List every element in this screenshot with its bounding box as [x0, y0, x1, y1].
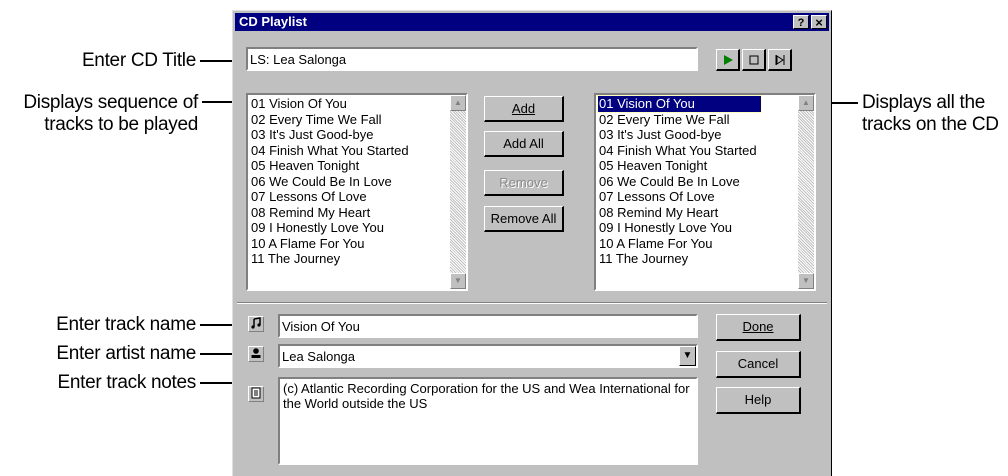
- next-track-icon: [775, 55, 784, 65]
- close-button[interactable]: ×: [811, 15, 827, 30]
- cd-title-value: LS: Lea Salonga: [250, 52, 347, 67]
- list-item[interactable]: 07 Lessons Of Love: [250, 189, 413, 205]
- annotation-displays-all-tracks: Displays all the tracks on the CD: [862, 92, 1008, 136]
- list-item[interactable]: 11 The Journey: [250, 251, 413, 267]
- annotation-line: Displays sequence of: [23, 92, 198, 113]
- add-button-label: Add: [511, 101, 536, 116]
- help-button-label: Help: [744, 392, 772, 407]
- annotation-line: tracks to be played: [44, 114, 198, 135]
- cancel-button-label: Cancel: [737, 356, 779, 371]
- remove-all-button-label: Remove All: [490, 211, 557, 226]
- notes-icon: [251, 387, 261, 399]
- annotation-line: tracks on the CD: [862, 114, 999, 135]
- done-button[interactable]: Done: [716, 314, 801, 341]
- window-title: CD Playlist: [239, 14, 307, 29]
- add-all-button[interactable]: Add All: [484, 131, 564, 157]
- scroll-up-button[interactable]: ▲: [798, 95, 814, 111]
- help-button[interactable]: Help: [716, 387, 801, 414]
- annotation-enter-track-notes: Enter track notes: [57, 372, 196, 393]
- list-item[interactable]: 01 Vision Of You: [597, 95, 762, 113]
- list-item[interactable]: 05 Heaven Tonight: [598, 158, 761, 174]
- dropdown-arrow-button[interactable]: ▼: [679, 346, 696, 366]
- add-button[interactable]: Add: [484, 96, 564, 122]
- list-item[interactable]: 06 We Could Be In Love: [598, 174, 761, 190]
- available-scrollbar[interactable]: ▲ ▼: [798, 95, 814, 289]
- add-all-button-label: Add All: [503, 136, 544, 151]
- title-bar[interactable]: CD Playlist ? ×: [235, 13, 829, 31]
- notes-icon: [248, 386, 264, 402]
- annotation-enter-artist-name: Enter artist name: [56, 343, 196, 364]
- annotation-enter-cd-title: Enter CD Title: [81, 50, 196, 71]
- list-item[interactable]: 04 Finish What You Started: [250, 143, 413, 159]
- music-note-icon: [248, 316, 264, 332]
- artist-icon: [251, 348, 261, 358]
- playlist-listbox[interactable]: 01 Vision Of You 02 Every Time We Fall 03 …: [246, 93, 468, 291]
- track-notes-value: (c) Atlantic Recording Corporation for t…: [283, 381, 690, 411]
- list-item[interactable]: 04 Finish What You Started: [598, 143, 761, 159]
- scroll-down-button[interactable]: ▼: [798, 273, 814, 289]
- remove-all-button[interactable]: Remove All: [484, 206, 564, 232]
- playlist-rows: 01 Vision Of You 02 Every Time We Fall 03 …: [250, 96, 413, 267]
- list-item[interactable]: 07 Lessons Of Love: [598, 189, 761, 205]
- list-item[interactable]: 08 Remind My Heart: [250, 205, 413, 221]
- list-item[interactable]: 06 We Could Be In Love: [250, 174, 413, 190]
- available-rows: 01 Vision Of You 02 Every Time We Fall 03 …: [597, 95, 762, 267]
- cd-title-input[interactable]: LS: Lea Salonga: [246, 47, 698, 71]
- track-name-input[interactable]: Vision Of You: [278, 314, 698, 338]
- stop-icon: [749, 55, 758, 65]
- annotation-enter-track-name: Enter track name: [56, 314, 196, 335]
- remove-button-label: Remove: [499, 175, 548, 190]
- list-item[interactable]: 03 It's Just Good-bye: [598, 127, 761, 143]
- list-item[interactable]: 05 Heaven Tonight: [250, 158, 413, 174]
- next-track-button[interactable]: [768, 49, 792, 71]
- track-name-value: Vision Of You: [282, 319, 360, 334]
- done-button-label: Done: [742, 319, 774, 334]
- music-note-icon: [251, 317, 261, 329]
- cancel-button[interactable]: Cancel: [716, 351, 801, 378]
- track-notes-textarea[interactable]: (c) Atlantic Recording Corporation for t…: [278, 377, 698, 465]
- help-title-button[interactable]: ?: [793, 15, 809, 29]
- list-item[interactable]: 02 Every Time We Fall: [598, 112, 761, 128]
- scroll-down-button[interactable]: ▼: [450, 273, 466, 289]
- play-icon: [723, 55, 733, 65]
- list-item[interactable]: 02 Every Time We Fall: [250, 112, 413, 128]
- list-item[interactable]: 01 Vision Of You: [250, 96, 413, 112]
- chevron-down-icon: ▼: [682, 350, 693, 361]
- list-item[interactable]: 09 I Honestly Love You: [598, 220, 761, 236]
- annotation-line: Displays all the: [862, 92, 985, 113]
- cd-playlist-dialog: CD Playlist ? × LS: Lea Salonga 01 Visio…: [232, 10, 832, 476]
- play-button[interactable]: [716, 49, 740, 71]
- list-item[interactable]: 03 It's Just Good-bye: [250, 127, 413, 143]
- artist-name-combobox[interactable]: Lea Salonga ▼: [278, 344, 698, 368]
- annotation-displays-sequence: Displays sequence of tracks to be played: [0, 92, 198, 136]
- list-item[interactable]: 09 I Honestly Love You: [250, 220, 413, 236]
- list-item[interactable]: 08 Remind My Heart: [598, 205, 761, 221]
- artist-name-value: Lea Salonga: [282, 349, 356, 364]
- available-tracks-listbox[interactable]: 01 Vision Of You 02 Every Time We Fall 03 …: [594, 93, 816, 291]
- remove-button[interactable]: Remove: [484, 170, 564, 196]
- scroll-up-button[interactable]: ▲: [450, 95, 466, 111]
- artist-icon: [248, 346, 264, 362]
- playlist-scrollbar[interactable]: ▲ ▼: [450, 95, 466, 289]
- section-divider: [237, 302, 827, 304]
- list-item[interactable]: 10 A Flame For You: [250, 236, 413, 252]
- list-item[interactable]: 10 A Flame For You: [598, 236, 761, 252]
- list-item[interactable]: 11 The Journey: [598, 251, 761, 267]
- stop-button[interactable]: [742, 49, 766, 71]
